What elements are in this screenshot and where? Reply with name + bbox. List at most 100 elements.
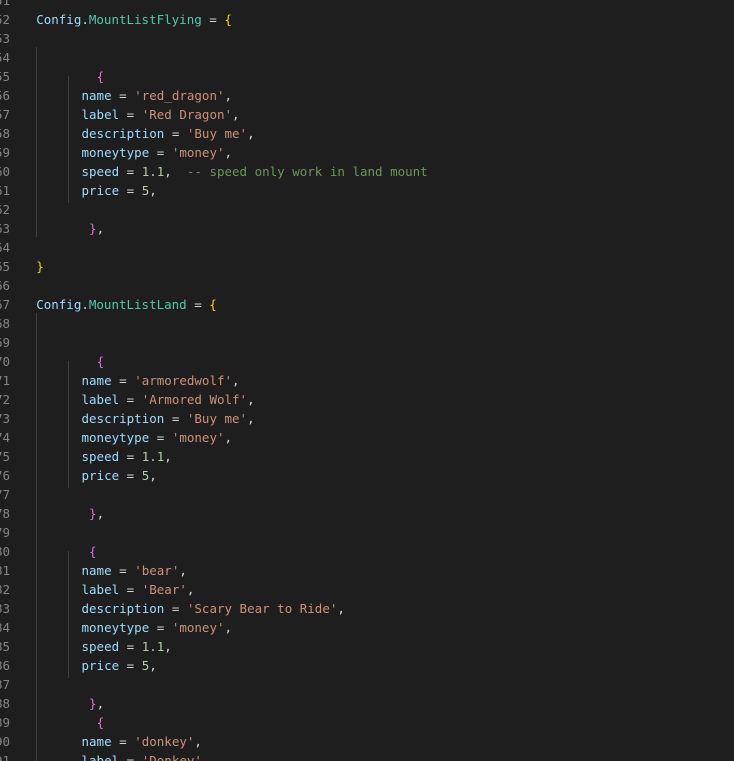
operator: ,: [164, 164, 187, 179]
line-number: 85: [0, 639, 10, 654]
code-text: label = 'Red Dragon',: [82, 105, 240, 124]
code-text: speed = 1.1,: [82, 447, 172, 466]
code-line[interactable]: 60 speed = 1.1, -- speed only work in lan…: [0, 162, 734, 181]
identifier: label: [81, 392, 120, 407]
code-line[interactable]: 82 label = 'Bear',: [0, 580, 734, 599]
code-line[interactable]: 71 name = 'armoredwolf',: [0, 371, 734, 390]
indent-guide: [36, 313, 37, 761]
line-number: 89: [0, 715, 10, 730]
operator: ,: [149, 658, 157, 673]
string-literal: 'armoredwolf': [134, 373, 233, 388]
code-line[interactable]: 62: [0, 200, 734, 219]
string-literal: 'Red Dragon': [141, 107, 233, 122]
operator: ,: [179, 563, 187, 578]
code-line[interactable]: 63},: [0, 219, 734, 238]
identifier: description: [81, 411, 165, 426]
line-number: 61: [0, 183, 10, 198]
string-literal: 'money': [171, 620, 225, 635]
code-line[interactable]: 77: [0, 485, 734, 504]
code-line[interactable]: 57 label = 'Red Dragon',: [0, 105, 734, 124]
identifier: name: [81, 734, 112, 749]
operator: =: [119, 164, 142, 179]
code-text: name = 'red_dragon',: [82, 86, 233, 105]
code-line[interactable]: 76 price = 5,: [0, 466, 734, 485]
operator: ,: [224, 620, 233, 635]
number-literal: 1.1: [141, 449, 165, 464]
operator: ,: [247, 392, 255, 407]
code-text: name = 'donkey',: [82, 732, 202, 751]
code-text: {: [97, 67, 105, 86]
code-text: {: [89, 542, 97, 561]
code-line[interactable]: 58 description = 'Buy me',: [0, 124, 734, 143]
code-line[interactable]: 83 description = 'Scary Bear to Ride',: [0, 599, 734, 618]
code-line[interactable]: 84 moneytype = 'money',: [0, 618, 734, 637]
operator: =: [164, 126, 187, 141]
code-line[interactable]: 87: [0, 675, 734, 694]
code-text: label = 'Donkey',: [82, 751, 210, 761]
code-line[interactable]: 64: [0, 238, 734, 257]
code-text: speed = 1.1,: [82, 637, 172, 656]
operator: =: [149, 145, 172, 160]
code-line[interactable]: 86 price = 5,: [0, 656, 734, 675]
code-line[interactable]: 68: [0, 314, 734, 333]
code-line[interactable]: 59 moneytype = 'money',: [0, 143, 734, 162]
identifier: speed: [81, 639, 120, 654]
code-line[interactable]: 72 label = 'Armored Wolf',: [0, 390, 734, 409]
code-text: price = 5,: [82, 656, 157, 675]
operator: .: [81, 297, 89, 312]
operator: =: [119, 753, 142, 761]
code-line[interactable]: 65}: [0, 257, 734, 276]
code-line[interactable]: 73 description = 'Buy me',: [0, 409, 734, 428]
code-line[interactable]: 79: [0, 523, 734, 542]
indent-guide: [68, 551, 69, 678]
code-line[interactable]: 91 label = 'Donkey',: [0, 751, 734, 761]
line-number: 78: [0, 506, 10, 521]
indent-guide: [68, 361, 69, 488]
brace: {: [209, 297, 217, 312]
comment: -- speed only work in land mount: [186, 164, 428, 179]
identifier: price: [81, 468, 120, 483]
code-text: description = 'Buy me',: [82, 124, 255, 143]
member-name: MountListFlying: [88, 12, 202, 27]
line-number: 63: [0, 221, 10, 236]
identifier: moneytype: [81, 430, 150, 445]
code-line[interactable]: 80 {: [0, 542, 734, 561]
code-line[interactable]: 67 Config.MountListLand = {: [0, 295, 734, 314]
line-number: 73: [0, 411, 10, 426]
code-line[interactable]: 70 {: [0, 352, 734, 371]
code-text: name = 'armoredwolf',: [82, 371, 240, 390]
code-line[interactable]: 61 price = 5,: [0, 181, 734, 200]
line-number: 60: [0, 164, 10, 179]
code-line[interactable]: 75 speed = 1.1,: [0, 447, 734, 466]
code-line[interactable]: 85 speed = 1.1,: [0, 637, 734, 656]
line-number: 86: [0, 658, 10, 673]
code-text: },: [89, 694, 104, 713]
line-number: 59: [0, 145, 10, 160]
code-line[interactable]: 51: [0, 0, 734, 10]
code-line[interactable]: 52 Config.MountListFlying = {: [0, 10, 734, 29]
code-line[interactable]: 89 {: [0, 713, 734, 732]
code-line[interactable]: 78},: [0, 504, 734, 523]
code-line[interactable]: 90 name = 'donkey',: [0, 732, 734, 751]
identifier: name: [81, 373, 112, 388]
line-number: 69: [0, 335, 10, 350]
code-line[interactable]: 88},: [0, 694, 734, 713]
operator: ,: [337, 601, 345, 616]
line-number: 62: [0, 202, 10, 217]
operator: ,: [224, 88, 233, 103]
identifier: speed: [81, 164, 120, 179]
operator: =: [149, 620, 172, 635]
code-line[interactable]: 69: [0, 333, 734, 352]
code-line[interactable]: 66: [0, 276, 734, 295]
code-line[interactable]: 55 {: [0, 67, 734, 86]
number-literal: 1.1: [141, 164, 165, 179]
code-line[interactable]: 56 name = 'red_dragon',: [0, 86, 734, 105]
code-line[interactable]: 53: [0, 29, 734, 48]
code-text: moneytype = 'money',: [82, 428, 233, 447]
code-editor[interactable]: 5152Config.MountListFlying = {535455{56n…: [0, 0, 734, 761]
code-line[interactable]: 81 name = 'bear',: [0, 561, 734, 580]
code-line[interactable]: 54: [0, 48, 734, 67]
line-number: 82: [0, 582, 10, 597]
identifier: label: [81, 107, 120, 122]
code-line[interactable]: 74 moneytype = 'money',: [0, 428, 734, 447]
